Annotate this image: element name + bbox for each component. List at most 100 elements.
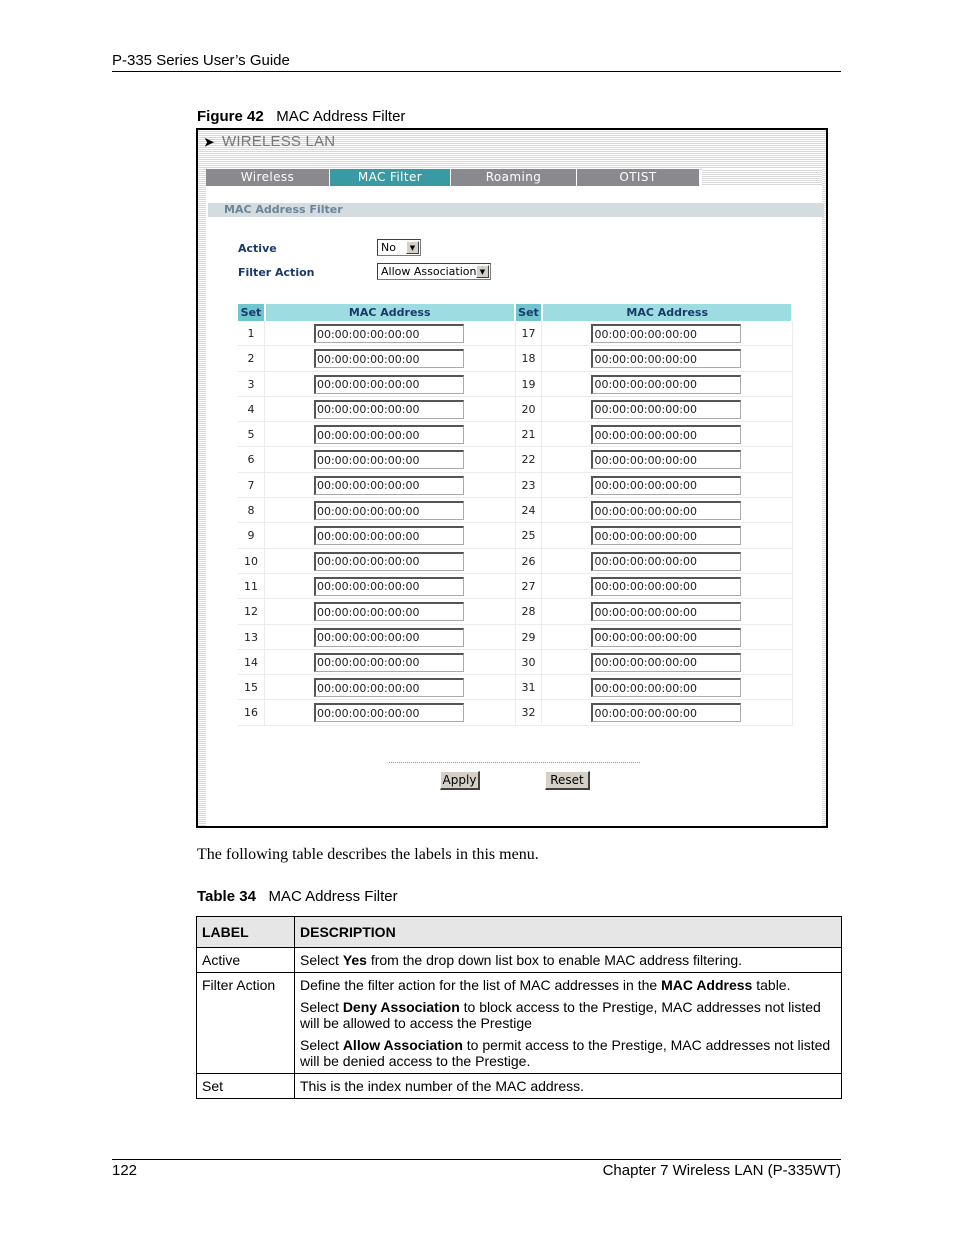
mac-address-input[interactable] bbox=[591, 450, 742, 470]
mac-cell bbox=[542, 396, 793, 422]
mac-address-input[interactable] bbox=[313, 450, 464, 470]
mac-table-row: 6 22 bbox=[238, 447, 793, 473]
mac-address-input[interactable] bbox=[591, 703, 742, 723]
mac-address-input[interactable] bbox=[313, 475, 464, 495]
reset-button[interactable]: Reset bbox=[545, 771, 590, 790]
tab-bar: Wireless MAC Filter Roaming OTIST bbox=[206, 169, 700, 186]
mac-column-header-left: MAC Address bbox=[265, 304, 514, 321]
set-index: 19 bbox=[516, 371, 543, 396]
mac-address-input[interactable] bbox=[313, 627, 464, 647]
mac-address-input[interactable] bbox=[591, 374, 742, 394]
figure-caption: Figure 42 MAC Address Filter bbox=[197, 108, 405, 125]
mac-address-input[interactable] bbox=[591, 602, 742, 622]
text-run: from the drop down list box to enable MA… bbox=[366, 952, 743, 968]
table-row: Active Select Yes from the drop down list… bbox=[196, 947, 842, 973]
mac-address-input[interactable] bbox=[591, 627, 742, 647]
mac-address-table: Set MAC Address Set MAC Address 11721831… bbox=[238, 304, 793, 726]
footer-rule bbox=[112, 1159, 841, 1160]
mac-cell bbox=[265, 396, 516, 422]
mac-cell bbox=[542, 321, 793, 346]
body-paragraph: The following table describes the labels… bbox=[197, 846, 539, 863]
set-index: 21 bbox=[516, 422, 543, 447]
table-title: MAC Address Filter bbox=[268, 888, 398, 905]
set-index: 30 bbox=[516, 649, 543, 675]
mac-address-input[interactable] bbox=[591, 425, 742, 445]
mac-table-row: 2 18 bbox=[238, 346, 793, 372]
chapter-title: Chapter 7 Wireless LAN (P-335WT) bbox=[602, 1162, 841, 1179]
text-run: table. bbox=[752, 977, 791, 993]
set-index: 32 bbox=[516, 700, 543, 725]
tab-wireless[interactable]: Wireless bbox=[206, 169, 330, 186]
mac-address-input[interactable] bbox=[313, 425, 464, 445]
arrow-icon: ➤ bbox=[204, 135, 215, 149]
mac-address-input[interactable] bbox=[313, 551, 464, 571]
row-label: Filter Action bbox=[196, 972, 295, 1074]
set-index: 18 bbox=[516, 346, 543, 371]
table-caption: Table 34 MAC Address Filter bbox=[197, 888, 398, 905]
table-row: Filter Action Define the filter action fo… bbox=[196, 972, 842, 1074]
mac-address-input[interactable] bbox=[591, 576, 742, 596]
mac-cell bbox=[265, 649, 516, 675]
mac-cell bbox=[542, 548, 793, 573]
mac-address-input[interactable] bbox=[313, 602, 464, 622]
mac-table-row: 1 17 bbox=[238, 321, 793, 347]
description-paragraph: Select Deny Association to block access … bbox=[300, 999, 836, 1031]
active-select[interactable]: No ▼ bbox=[377, 239, 421, 256]
bold-term: Allow Association bbox=[342, 1037, 463, 1053]
mac-address-input[interactable] bbox=[313, 324, 464, 343]
tab-otist[interactable]: OTIST bbox=[577, 169, 700, 186]
mac-address-input[interactable] bbox=[591, 399, 742, 419]
mac-address-input[interactable] bbox=[313, 374, 464, 394]
set-index: 27 bbox=[516, 573, 543, 599]
mac-address-input[interactable] bbox=[591, 526, 742, 546]
text-run: Select bbox=[300, 952, 343, 968]
dropdown-arrow-icon: ▼ bbox=[476, 265, 489, 278]
tab-mac-filter[interactable]: MAC Filter bbox=[330, 169, 451, 186]
tab-roaming[interactable]: Roaming bbox=[451, 169, 577, 186]
mac-cell bbox=[265, 624, 516, 649]
filter-action-select[interactable]: Allow Association ▼ bbox=[377, 263, 491, 280]
window-title-text: WIRELESS LAN bbox=[222, 133, 336, 150]
mac-cell bbox=[265, 498, 516, 523]
mac-address-input[interactable] bbox=[313, 399, 464, 419]
mac-cell bbox=[542, 371, 793, 396]
mac-address-input[interactable] bbox=[313, 501, 464, 521]
running-head: P-335 Series User’s Guide bbox=[112, 52, 290, 69]
mac-table-row: 13 29 bbox=[238, 624, 793, 650]
set-index: 3 bbox=[238, 371, 265, 396]
mac-address-input[interactable] bbox=[591, 652, 742, 672]
mac-table-row: 5 21 bbox=[238, 422, 793, 448]
set-column-header-right: Set bbox=[515, 304, 542, 321]
mac-table-header: Set MAC Address Set MAC Address bbox=[238, 304, 793, 321]
set-index: 23 bbox=[516, 472, 543, 498]
table-row: Set This is the index number of the MAC a… bbox=[196, 1073, 842, 1099]
mac-table-row: 7 23 bbox=[238, 472, 793, 499]
mac-address-input[interactable] bbox=[313, 703, 464, 723]
set-index: 10 bbox=[238, 548, 265, 573]
bold-term: MAC Address bbox=[661, 977, 753, 993]
left-band bbox=[198, 170, 206, 826]
page-number: 122 bbox=[112, 1162, 138, 1179]
mac-address-input[interactable] bbox=[313, 526, 464, 546]
set-index: 31 bbox=[516, 675, 543, 700]
mac-address-input[interactable] bbox=[591, 551, 742, 571]
mac-address-input[interactable] bbox=[313, 349, 464, 369]
row-description: Select Yes from the drop down list box t… bbox=[294, 947, 842, 973]
mac-address-input[interactable] bbox=[313, 678, 464, 698]
row-description: Define the filter action for the list of… bbox=[294, 972, 842, 1074]
mac-address-input[interactable] bbox=[591, 324, 742, 343]
right-band bbox=[822, 170, 826, 826]
filter-action-select-value: Allow Association bbox=[381, 265, 477, 278]
set-index: 5 bbox=[238, 422, 265, 447]
mac-cell bbox=[265, 573, 516, 599]
set-index: 9 bbox=[238, 523, 265, 548]
mac-address-input[interactable] bbox=[591, 501, 742, 521]
mac-address-input[interactable] bbox=[591, 678, 742, 698]
mac-address-input[interactable] bbox=[313, 652, 464, 672]
mac-table-row: 1531 bbox=[238, 675, 793, 701]
description-paragraph: Select Yes from the drop down list box t… bbox=[300, 952, 836, 968]
mac-address-input[interactable] bbox=[313, 576, 464, 596]
mac-address-input[interactable] bbox=[591, 475, 742, 495]
apply-button[interactable]: Apply bbox=[440, 771, 480, 790]
mac-address-input[interactable] bbox=[591, 349, 742, 369]
